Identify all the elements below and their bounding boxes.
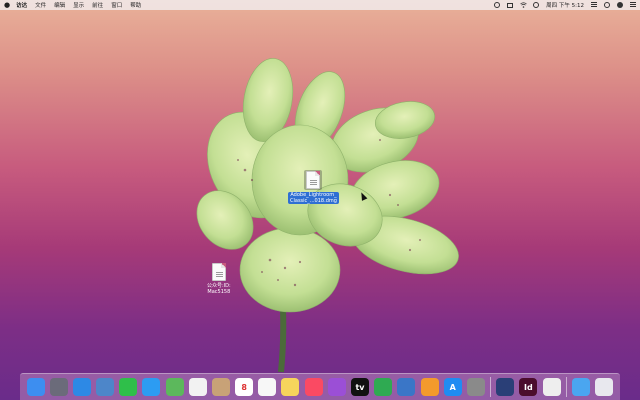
music-icon[interactable]: [304, 378, 323, 396]
file-icon-wrap: [211, 263, 226, 281]
file-label-line2: Classic_...018.dmg: [290, 198, 337, 204]
file-label-line2: Mac5158: [207, 289, 231, 295]
numbers-icon[interactable]: [374, 378, 393, 396]
system-preferences-icon[interactable]: [466, 378, 485, 396]
document-icon: [211, 263, 226, 281]
pages-icon[interactable]: [420, 378, 439, 396]
quicktime-icon[interactable]: [496, 378, 515, 396]
appletv-icon[interactable]: tv: [350, 378, 369, 396]
document-icon: [306, 171, 321, 189]
appstore-icon[interactable]: A: [443, 378, 462, 396]
calendar-icon[interactable]: 8: [235, 378, 254, 396]
maps-icon[interactable]: [165, 378, 184, 396]
desktop-file-dmg[interactable]: Adobe_Lightroom_ Classic_...018.dmg: [288, 170, 339, 204]
messages-icon[interactable]: [142, 378, 161, 396]
contacts-icon[interactable]: [211, 378, 230, 396]
dock-separator: [490, 377, 492, 397]
file-label: Adobe_Lightroom_ Classic_...018.dmg: [288, 192, 339, 204]
preview-icon[interactable]: [96, 378, 115, 396]
safari-icon[interactable]: [72, 378, 91, 396]
photos-icon[interactable]: [188, 378, 207, 396]
indesign-icon[interactable]: Id: [519, 378, 538, 396]
file-label: 公众号:ID: Mac5158: [207, 283, 231, 295]
finder-icon[interactable]: [26, 378, 45, 396]
notes-icon[interactable]: [281, 378, 300, 396]
downloads-folder-icon[interactable]: [571, 378, 590, 396]
textedit-icon[interactable]: [542, 378, 561, 396]
keynote-icon[interactable]: [397, 378, 416, 396]
reminders-icon[interactable]: [258, 378, 277, 396]
facetime-icon[interactable]: [119, 378, 138, 396]
dock-separator: [565, 377, 567, 397]
desktop-file-text[interactable]: 公众号:ID: Mac5158: [207, 263, 231, 295]
trash-icon[interactable]: [595, 378, 614, 396]
file-icon-wrap: [304, 170, 323, 190]
dock: 8 tv A Id: [20, 373, 620, 400]
podcasts-icon[interactable]: [327, 378, 346, 396]
launchpad-icon[interactable]: [49, 378, 68, 396]
